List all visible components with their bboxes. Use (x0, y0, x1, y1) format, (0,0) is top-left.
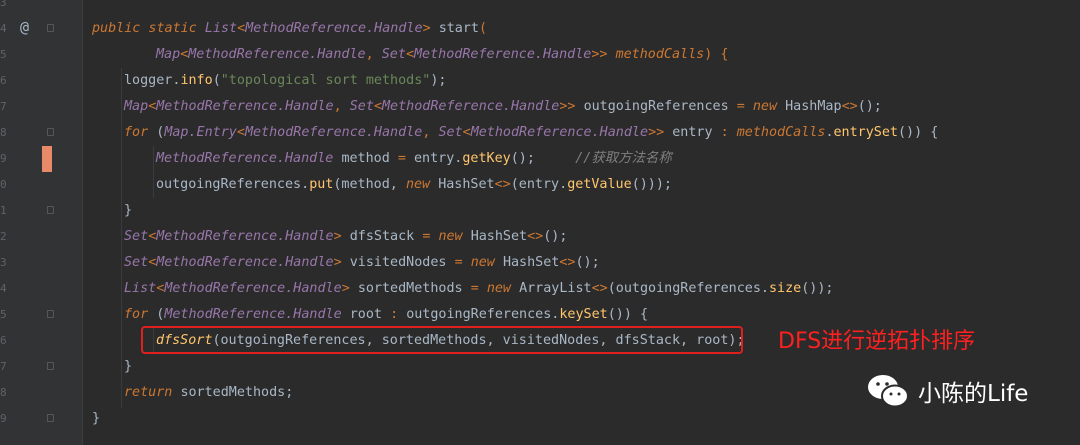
code-line: 0 outgoingReferences.put(method, new Has… (0, 172, 1080, 198)
line-number: 3 (0, 0, 7, 9)
code-text: } (124, 203, 133, 218)
code-text: Map<MethodReference.Handle, Set<MethodRe… (124, 99, 882, 114)
code-text: Set<MethodReference.Handle> visitedNodes… (124, 255, 600, 270)
code-text: } (92, 411, 101, 426)
fold-icon[interactable] (47, 206, 54, 214)
code-text: return sortedMethods; (124, 385, 294, 400)
watermark-text: 小陈的Life (918, 381, 1029, 407)
code-text: outgoingReferences.put(method, new HashS… (156, 177, 672, 192)
line-number: 7 (0, 360, 7, 373)
watermark: 小陈的Life (866, 372, 1028, 410)
fold-icon[interactable] (47, 128, 54, 136)
line-number: 8 (0, 386, 7, 399)
highlight-box (141, 326, 743, 354)
code-line: 3 Set<MethodReference.Handle> visitedNod… (0, 250, 1080, 276)
code-line: 4 List<MethodReference.Handle> sortedMet… (0, 276, 1080, 302)
annotation-label: DFS进行逆拓扑排序 (778, 329, 976, 354)
code-text: MethodReference.Handle method = entry.ge… (156, 151, 672, 166)
code-text: for (Map.Entry<MethodReference.Handle, S… (124, 125, 939, 140)
code-line: 4 public static List<MethodReference.Han… (0, 16, 1080, 42)
code-line: 8 for (Map.Entry<MethodReference.Handle,… (0, 120, 1080, 146)
line-number: 6 (0, 334, 7, 347)
line-number: 3 (0, 256, 7, 269)
line-number: 4 (0, 282, 7, 295)
code-line: 2 Set<MethodReference.Handle> dfsStack =… (0, 224, 1080, 250)
fold-icon[interactable] (47, 24, 54, 32)
fold-icon[interactable] (47, 414, 54, 422)
line-number: 2 (0, 230, 7, 243)
line-number: 9 (0, 152, 7, 165)
code-line: 1 } (0, 198, 1080, 224)
line-number: 9 (0, 412, 7, 425)
fold-icon[interactable] (47, 310, 54, 318)
line-number: 6 (0, 74, 7, 87)
code-line: 7 Map<MethodReference.Handle, Set<Method… (0, 94, 1080, 120)
code-text: logger.info("topological sort methods"); (124, 73, 447, 88)
fold-icon[interactable] (47, 362, 54, 370)
code-text: Map<MethodReference.Handle, Set<MethodRe… (156, 47, 729, 62)
code-line: 6 logger.info("topological sort methods"… (0, 68, 1080, 94)
code-text: public static List<MethodReference.Handl… (92, 21, 488, 36)
code-line: 3 (0, 0, 1080, 16)
line-number: 0 (0, 178, 7, 191)
line-number: 5 (0, 48, 7, 61)
code-line: 9 MethodReference.Handle method = entry.… (0, 146, 1080, 172)
code-text: List<MethodReference.Handle> sortedMetho… (124, 281, 834, 296)
code-text: for (MethodReference.Handle root : outgo… (124, 307, 649, 322)
line-number: 7 (0, 100, 7, 113)
code-text: } (124, 359, 133, 374)
code-text: Set<MethodReference.Handle> dfsStack = n… (124, 229, 568, 244)
line-number: 4 (0, 22, 7, 35)
line-number: 1 (0, 204, 7, 217)
code-line: 5 Map<MethodReference.Handle, Set<Method… (0, 42, 1080, 68)
line-number: 5 (0, 308, 7, 321)
wechat-icon (868, 375, 909, 408)
line-number: 8 (0, 126, 7, 139)
